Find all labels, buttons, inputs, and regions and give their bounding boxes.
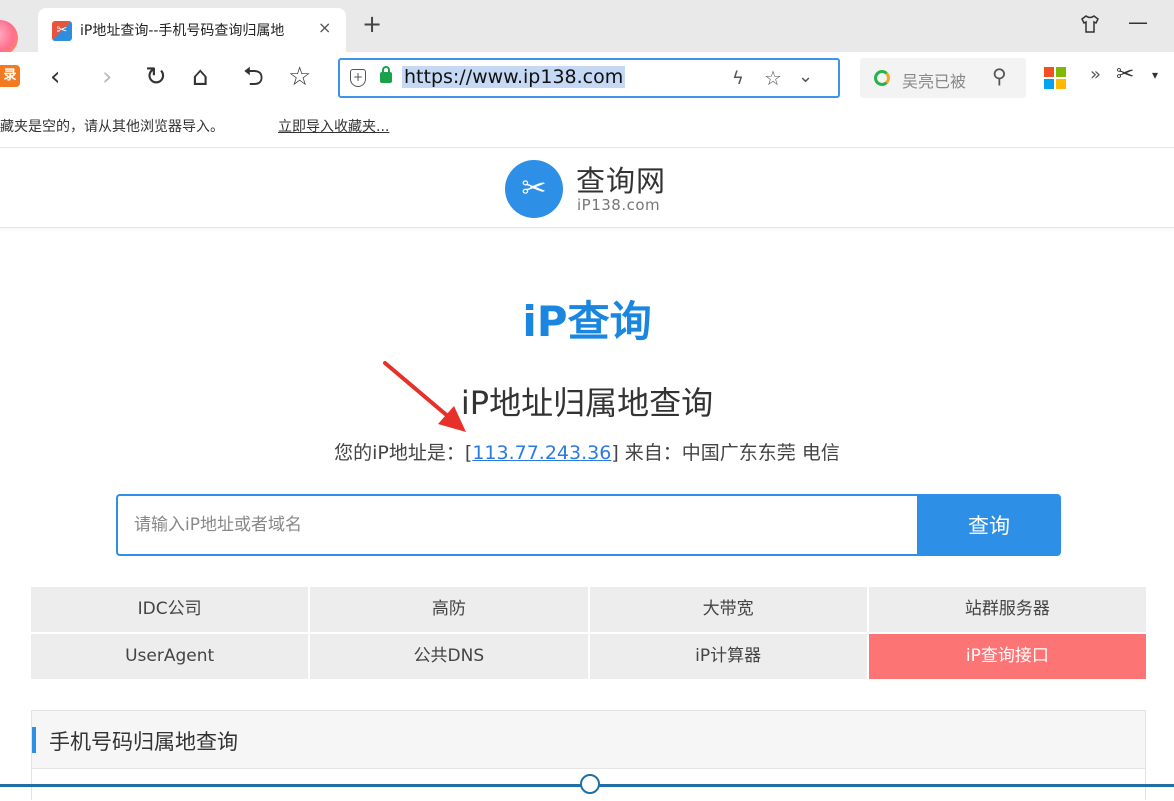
ip-query-input[interactable]: [116, 494, 919, 556]
quick-link-idc[interactable]: IDC公司: [31, 587, 309, 632]
tab-strip: ✂ iP地址查询--手机号码查询归属地 × + —: [0, 0, 1174, 56]
your-ip-line: 您的iP地址是：[113.77.243.36] 来自：中国广东东莞 电信: [0, 438, 1174, 465]
scissors-icon[interactable]: ✂: [1116, 62, 1134, 87]
apps-tile: [1044, 79, 1054, 89]
site-favicon-icon: ✂: [52, 21, 72, 41]
new-tab-button[interactable]: +: [362, 12, 382, 36]
import-bookmarks-link[interactable]: 立即导入收藏夹...: [278, 116, 389, 136]
shield-icon[interactable]: +: [350, 69, 366, 87]
site-header: ✂ 查询网 iP138.com: [0, 148, 1174, 228]
quick-link-useragent[interactable]: UserAgent: [31, 634, 309, 679]
query-button[interactable]: 查询: [917, 494, 1061, 556]
page-subtitle: iP地址归属地查询: [460, 384, 714, 422]
browser-tab[interactable]: ✂ iP地址查询--手机号码查询归属地 ×: [38, 8, 346, 52]
panel-accent-bar: [32, 727, 36, 753]
panel-header: 手机号码归属地查询: [32, 711, 1145, 769]
bookmark-star-icon[interactable]: ☆: [764, 66, 782, 90]
page-title: iP查询: [522, 297, 652, 346]
quick-link-public-dns[interactable]: 公共DNS: [310, 634, 588, 679]
browser-search-box[interactable]: 吴亮已被 ⚲: [860, 58, 1026, 98]
browser-toolbar: 录 ‹ › ↻ ⌂ ⮌ ☆ + https://www.ip138.com ϟ …: [0, 52, 1174, 104]
more-tools-icon[interactable]: »: [1090, 64, 1101, 85]
favorites-button[interactable]: ☆: [288, 60, 311, 94]
apps-tile: [1056, 67, 1066, 77]
ip-prefix: 您的iP地址是：[: [334, 442, 473, 464]
logo-title[interactable]: 查询网: [576, 158, 666, 200]
ip-query-form: 查询: [116, 494, 1061, 556]
quick-link-bandwidth[interactable]: 大带宽: [589, 587, 867, 632]
logo-domain[interactable]: iP138.com: [577, 196, 660, 214]
back-button[interactable]: ‹: [50, 60, 60, 94]
skin-icon[interactable]: [1080, 14, 1100, 39]
chevron-down-icon[interactable]: ⌄: [798, 66, 813, 87]
lightning-icon[interactable]: ϟ: [732, 68, 744, 89]
resize-handle-icon[interactable]: [580, 774, 600, 794]
dropdown-arrow-icon[interactable]: ▾: [1152, 68, 1158, 82]
search-engine-icon[interactable]: [874, 70, 890, 86]
bookmark-bar: 藏夹是空的，请从其他浏览器导入。 立即导入收藏夹...: [0, 104, 1174, 148]
search-suggestion-text[interactable]: 吴亮已被: [902, 68, 966, 92]
forward-button[interactable]: ›: [102, 60, 112, 94]
quick-links-grid: IDC公司 高防 大带宽 站群服务器 UserAgent 公共DNS iP计算器…: [31, 587, 1146, 679]
lock-icon[interactable]: [380, 66, 392, 83]
ip-address-link[interactable]: 113.77.243.36: [472, 442, 611, 464]
quick-link-ddos[interactable]: 高防: [310, 587, 588, 632]
bookmark-empty-message: 藏夹是空的，请从其他浏览器导入。: [0, 119, 224, 135]
undo-close-button[interactable]: ⮌: [243, 60, 264, 94]
quick-link-ip-api[interactable]: iP查询接口: [868, 634, 1146, 679]
phone-lookup-title: 手机号码归属地查询: [49, 730, 238, 754]
login-badge[interactable]: 录: [0, 65, 20, 87]
search-icon[interactable]: ⚲: [992, 64, 1007, 88]
annotation-arrow: [383, 361, 466, 432]
quick-link-ip-calculator[interactable]: iP计算器: [589, 634, 867, 679]
tab-title: iP地址查询--手机号码查询归属地: [80, 23, 285, 39]
apps-tile: [1056, 79, 1066, 89]
refresh-button[interactable]: ↻: [145, 60, 167, 94]
minimize-button[interactable]: —: [1128, 10, 1148, 34]
quick-link-site-group-server[interactable]: 站群服务器: [868, 587, 1146, 632]
url-text[interactable]: https://www.ip138.com: [402, 66, 626, 88]
apps-tile: [1044, 67, 1054, 77]
home-button[interactable]: ⌂: [192, 60, 209, 94]
logo-tools-icon[interactable]: ✂: [505, 160, 563, 218]
apps-grid-icon[interactable]: [1044, 67, 1066, 89]
tab-close-icon[interactable]: ×: [318, 18, 331, 37]
address-bar[interactable]: + https://www.ip138.com ϟ ☆ ⌄: [338, 58, 840, 98]
user-avatar[interactable]: [0, 20, 18, 56]
ip-location: ] 来自：中国广东东莞 电信: [611, 442, 840, 464]
